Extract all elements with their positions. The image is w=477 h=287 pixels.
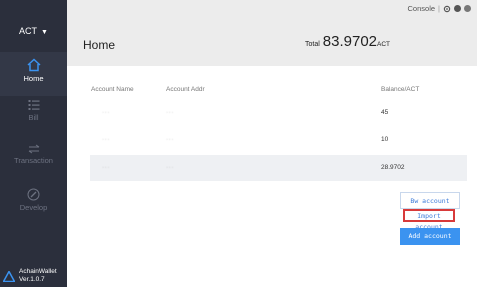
sidebar-item-label: Transaction — [14, 156, 53, 165]
console-link[interactable]: Console — [408, 4, 436, 13]
account-addr: ··· — [166, 164, 174, 171]
pencil-circle-icon — [27, 188, 40, 201]
brand: AchainWallet Ver.1.0.7 — [3, 268, 67, 286]
page-title: Home — [83, 38, 116, 52]
total-balance: Total 83.9702ACT — [305, 33, 390, 51]
table-row[interactable]: ··· ··· 10 — [90, 127, 467, 153]
table-row[interactable]: ··· ··· 28.9702 — [90, 155, 467, 181]
account-addr: ··· — [166, 136, 174, 143]
sidebar-item-bill[interactable]: Bill — [0, 95, 67, 139]
sidebar-item-label: Develop — [19, 203, 48, 212]
account-balance: 10 — [381, 136, 389, 143]
account-balance: 45 — [381, 109, 389, 116]
table-row[interactable]: ··· ··· 45 — [90, 100, 467, 126]
import-account-button[interactable]: Import account — [403, 209, 455, 231]
window-controls: Console | — [408, 4, 471, 13]
account-selector-label: ACT — [19, 26, 38, 36]
account-balance: 28.9702 — [381, 164, 405, 171]
column-header-balance: Balance/ACT — [381, 86, 420, 93]
buy-account-button[interactable]: Bw account — [400, 192, 460, 209]
account-name: ··· — [102, 136, 110, 143]
column-header-account-addr: Account Addr — [166, 86, 205, 93]
close-icon[interactable] — [464, 5, 471, 12]
gear-icon[interactable] — [443, 5, 451, 13]
account-addr: ··· — [166, 109, 174, 116]
brand-name: AchainWallet — [19, 268, 57, 275]
chevron-down-icon: ▼ — [41, 29, 48, 36]
header: Console | Home Total 83.9702ACT — [67, 0, 477, 66]
account-name: ··· — [102, 109, 110, 116]
sidebar-item-transaction[interactable]: Transaction — [0, 140, 67, 184]
column-header-account-name: Account Name — [91, 86, 134, 93]
sidebar: ACT ▼ Home Bill Transaction Develop Acha… — [0, 0, 67, 287]
add-account-button[interactable]: Add account — [400, 228, 460, 245]
minimize-icon[interactable] — [454, 5, 461, 12]
total-label: Total — [305, 41, 320, 48]
total-unit: ACT — [377, 41, 391, 48]
brand-version: Ver.1.0.7 — [19, 276, 45, 283]
sidebar-item-label: Home — [23, 74, 44, 83]
account-name: ··· — [102, 164, 110, 171]
sidebar-item-home[interactable]: Home — [0, 52, 67, 96]
table-header: Account Name Account Addr Balance/ACT — [67, 80, 477, 98]
total-amount: 83.9702 — [322, 33, 378, 50]
account-selector[interactable]: ACT ▼ — [0, 26, 67, 36]
home-icon — [26, 58, 41, 72]
bill-list-icon — [28, 100, 39, 110]
achain-logo-icon — [3, 271, 15, 282]
transaction-arrows-icon — [28, 144, 39, 154]
sidebar-item-develop[interactable]: Develop — [0, 186, 67, 230]
sidebar-item-label: Bill — [28, 113, 39, 122]
divider: | — [438, 4, 440, 13]
